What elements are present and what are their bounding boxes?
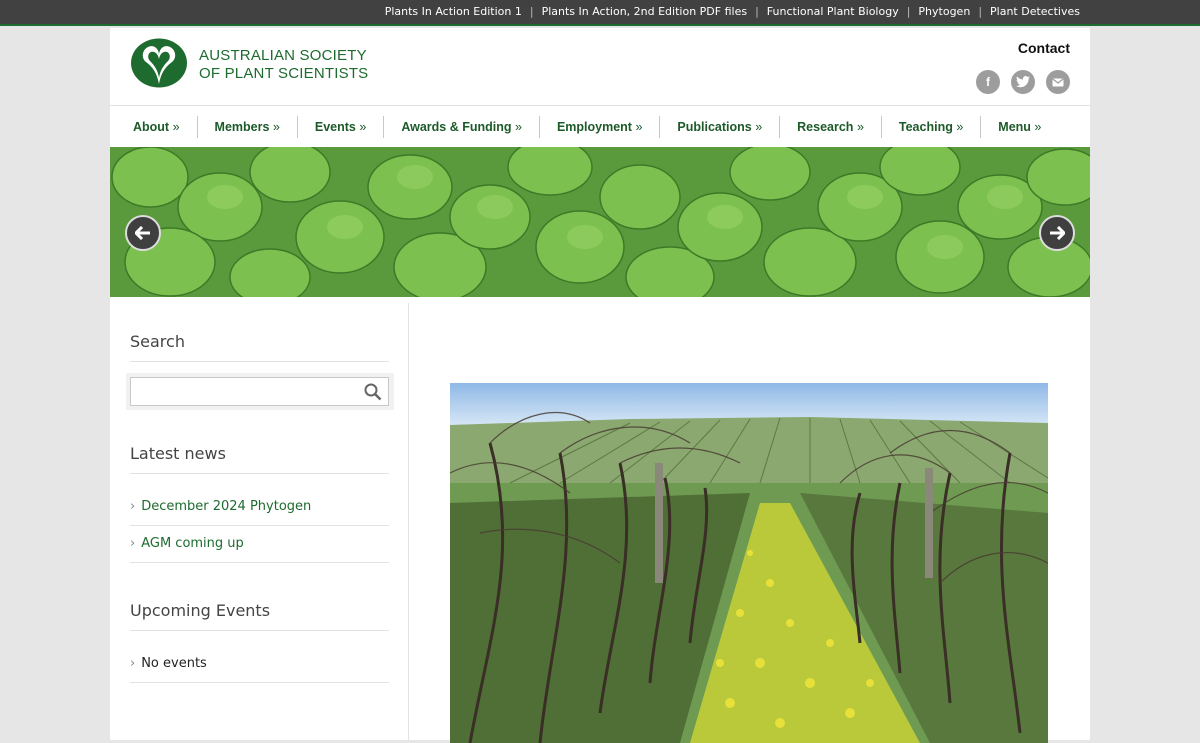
nav-label: Members xyxy=(214,119,270,134)
nav-suffix: » xyxy=(1034,119,1042,134)
topbar-link-plants-in-action-2[interactable]: Plants In Action, 2nd Edition PDF files xyxy=(542,5,748,18)
events-list-item: › No events xyxy=(130,656,207,671)
latest-news-heading: Latest news xyxy=(130,444,226,463)
top-utility-bar: Plants In Action Edition 1 | Plants In A… xyxy=(0,0,1200,26)
facebook-icon[interactable]: f xyxy=(976,70,1000,94)
nav-label: About xyxy=(133,119,170,134)
topbar-links: Plants In Action Edition 1 | Plants In A… xyxy=(385,5,1080,18)
search-icon[interactable] xyxy=(364,383,382,401)
topbar-separator: | xyxy=(978,5,983,18)
divider xyxy=(130,361,389,362)
aspps-logo-icon[interactable] xyxy=(130,38,188,88)
nav-item-members[interactable]: Members » xyxy=(198,115,298,138)
main-navigation: About » Members » Events » Awards & Fund… xyxy=(110,105,1090,147)
page-container: AUSTRALIAN SOCIETY OF PLANT SCIENTISTS C… xyxy=(110,28,1090,743)
nav-item-awards-funding[interactable]: Awards & Funding » xyxy=(384,115,540,138)
nav-suffix: » xyxy=(635,119,643,134)
divider xyxy=(130,473,389,474)
site-header: AUSTRALIAN SOCIETY OF PLANT SCIENTISTS C… xyxy=(110,28,1090,105)
chevron-right-icon: › xyxy=(130,536,136,551)
arrow-right-icon xyxy=(1050,226,1065,240)
search-widget xyxy=(126,373,394,410)
nav-label: Publications xyxy=(677,119,752,134)
nav-item-employment[interactable]: Employment » xyxy=(540,115,661,138)
nav-item-menu[interactable]: Menu » xyxy=(981,116,1058,138)
news-link-agm-coming-up[interactable]: AGM coming up xyxy=(141,536,244,551)
nav-label: Awards & Funding xyxy=(401,119,512,134)
slider-next-button[interactable] xyxy=(1039,215,1075,251)
topbar-separator: | xyxy=(906,5,911,18)
email-icon[interactable] xyxy=(1046,70,1070,94)
news-item: › AGM coming up xyxy=(130,536,244,551)
main-content xyxy=(410,303,1090,743)
topbar-link-plant-detectives[interactable]: Plant Detectives xyxy=(990,5,1080,18)
arrow-left-icon xyxy=(135,226,150,240)
sidebar: Search Latest news › December 2024 Phytog… xyxy=(110,303,409,740)
nav-item-about[interactable]: About » xyxy=(116,115,198,138)
news-item: › December 2024 Phytogen xyxy=(130,499,311,514)
news-link-december-2024-phytogen[interactable]: December 2024 Phytogen xyxy=(141,499,311,514)
nav-label: Menu xyxy=(998,119,1031,134)
search-box xyxy=(130,377,389,406)
topbar-link-phytogen[interactable]: Phytogen xyxy=(918,5,970,18)
nav-suffix: » xyxy=(172,119,180,134)
slider-prev-button[interactable] xyxy=(125,215,161,251)
divider xyxy=(130,630,389,631)
leaves-banner-image xyxy=(110,147,1090,297)
nav-suffix: » xyxy=(856,119,864,134)
divider xyxy=(130,562,389,563)
contact-link[interactable]: Contact xyxy=(1018,40,1070,56)
nav-label: Teaching xyxy=(898,119,953,134)
nav-item-events[interactable]: Events » xyxy=(298,115,385,138)
chevron-right-icon: › xyxy=(130,656,136,671)
topbar-link-plants-in-action-1[interactable]: Plants In Action Edition 1 xyxy=(385,5,522,18)
vineyard-photo xyxy=(450,383,1048,743)
topbar-separator: | xyxy=(529,5,534,18)
nav-item-research[interactable]: Research » xyxy=(780,115,882,138)
nav-suffix: » xyxy=(514,119,522,134)
nav-suffix: » xyxy=(272,119,280,134)
nav-suffix: » xyxy=(359,119,367,134)
divider xyxy=(130,525,389,526)
nav-item-publications[interactable]: Publications » xyxy=(660,115,781,138)
logo-line-2: OF PLANT SCIENTISTS xyxy=(199,65,369,82)
search-heading: Search xyxy=(130,332,185,351)
no-events-text: No events xyxy=(141,656,207,671)
topbar-link-functional-plant-biology[interactable]: Functional Plant Biology xyxy=(767,5,899,18)
logo-line-1: AUSTRALIAN SOCIETY xyxy=(199,47,367,64)
hero-slider xyxy=(110,147,1090,297)
nav-item-teaching[interactable]: Teaching » xyxy=(882,115,982,138)
site-logo-text[interactable]: AUSTRALIAN SOCIETY OF PLANT SCIENTISTS xyxy=(199,47,368,83)
nav-suffix: » xyxy=(956,119,964,134)
nav-label: Events xyxy=(314,119,356,134)
upcoming-events-heading: Upcoming Events xyxy=(130,601,271,620)
topbar-separator: | xyxy=(755,5,759,18)
social-links: f xyxy=(976,70,1070,94)
chevron-right-icon: › xyxy=(130,499,136,514)
nav-label: Research xyxy=(797,119,854,134)
search-input[interactable] xyxy=(137,378,362,405)
nav-suffix: » xyxy=(755,119,763,134)
twitter-icon[interactable] xyxy=(1011,70,1035,94)
divider xyxy=(130,682,389,683)
nav-label: Employment xyxy=(556,119,632,134)
